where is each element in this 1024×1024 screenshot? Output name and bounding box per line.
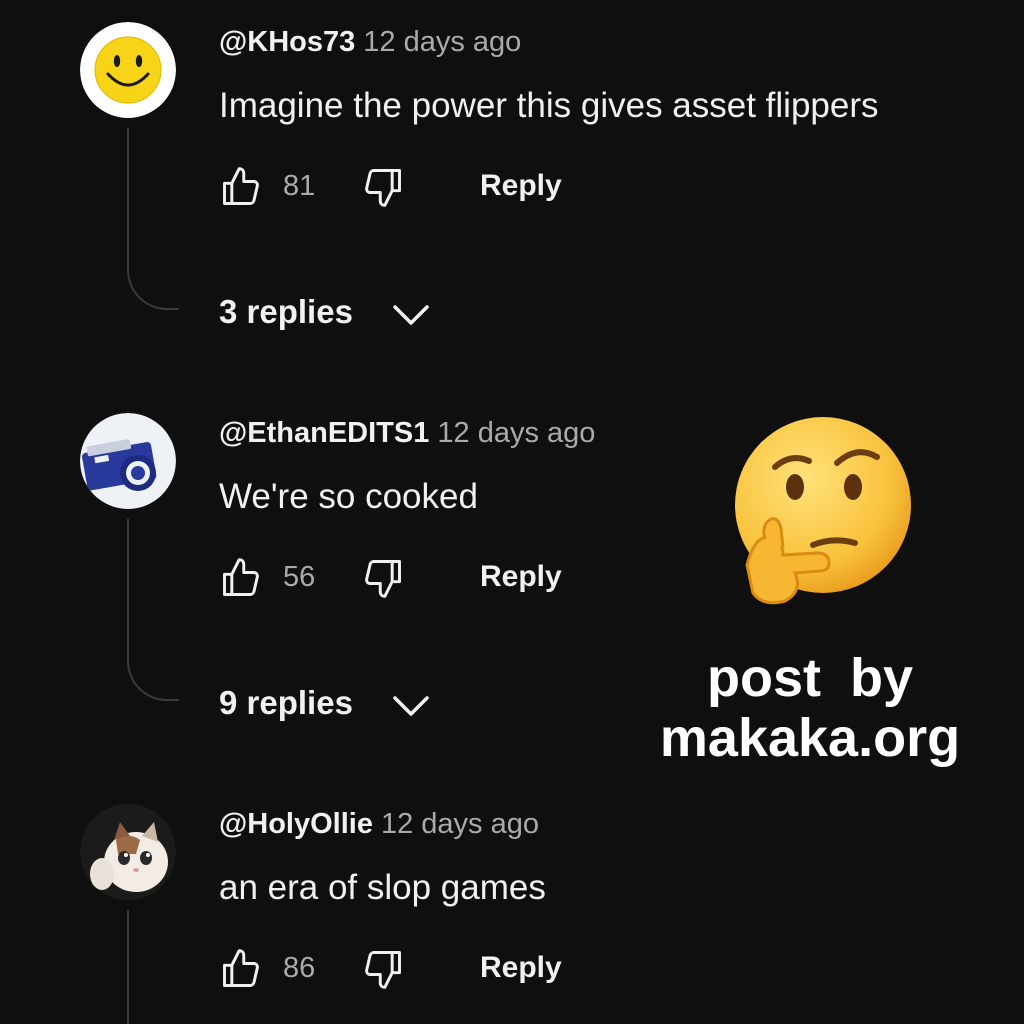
chevron-down-icon xyxy=(393,305,429,325)
comment-author[interactable]: @EthanEDITS1 xyxy=(219,417,429,449)
crying-cat-thumbs-up xyxy=(80,804,176,900)
thumbs-down-icon[interactable] xyxy=(361,165,405,209)
watermark-line-1: post by xyxy=(706,648,913,708)
avatar[interactable] xyxy=(80,22,176,118)
thumbs-up-icon[interactable] xyxy=(219,947,263,991)
like-count: 86 xyxy=(283,952,316,984)
avatar[interactable] xyxy=(80,413,176,509)
replies-count-label: 3 replies xyxy=(219,293,353,330)
view-replies-button[interactable]: 3 replies xyxy=(219,293,429,331)
comment-author[interactable]: @KHos73 xyxy=(219,26,355,58)
comment-author[interactable]: @HolyOllie xyxy=(219,808,373,840)
comment-text: We're so cooked xyxy=(219,477,478,516)
thinking-face-icon xyxy=(735,417,911,605)
reply-button[interactable]: Reply xyxy=(480,951,562,985)
like-count: 56 xyxy=(283,561,316,593)
comment-text: Imagine the power this gives asset flipp… xyxy=(219,86,879,125)
avatar[interactable] xyxy=(80,804,176,900)
thumbs-up-icon[interactable] xyxy=(219,165,263,209)
camera-icon xyxy=(80,413,176,509)
comment-meta: @KHos73 12 days ago xyxy=(219,26,521,59)
comment-actions: 86 Reply xyxy=(219,947,619,991)
comment-meta: @EthanEDITS1 12 days ago xyxy=(219,417,595,450)
comment-meta: @HolyOllie 12 days ago xyxy=(219,808,539,841)
reply-button[interactable]: Reply xyxy=(480,169,562,203)
thumbs-down-icon[interactable] xyxy=(361,947,405,991)
comment-time[interactable]: 12 days ago xyxy=(437,417,595,449)
comment-time[interactable]: 12 days ago xyxy=(363,26,521,58)
watermark: post by makaka.org xyxy=(640,415,1000,775)
comment-text: an era of slop games xyxy=(219,868,546,907)
thread-line xyxy=(127,519,179,701)
smiley-face-icon xyxy=(80,22,176,118)
comment-actions: 81 Reply xyxy=(219,165,619,209)
thumbs-down-icon[interactable] xyxy=(361,556,405,600)
watermark-line-2: makaka.org xyxy=(659,708,961,768)
comment-time[interactable]: 12 days ago xyxy=(381,808,539,840)
reply-button[interactable]: Reply xyxy=(480,560,562,594)
thread-line xyxy=(127,128,179,310)
comment-actions: 56 Reply xyxy=(219,556,619,600)
replies-count-label: 9 replies xyxy=(219,684,353,721)
view-replies-button[interactable]: 9 replies xyxy=(219,684,429,722)
chevron-down-icon xyxy=(393,696,429,716)
thread-line xyxy=(127,910,179,1024)
like-count: 81 xyxy=(283,170,316,202)
thumbs-up-icon[interactable] xyxy=(219,556,263,600)
